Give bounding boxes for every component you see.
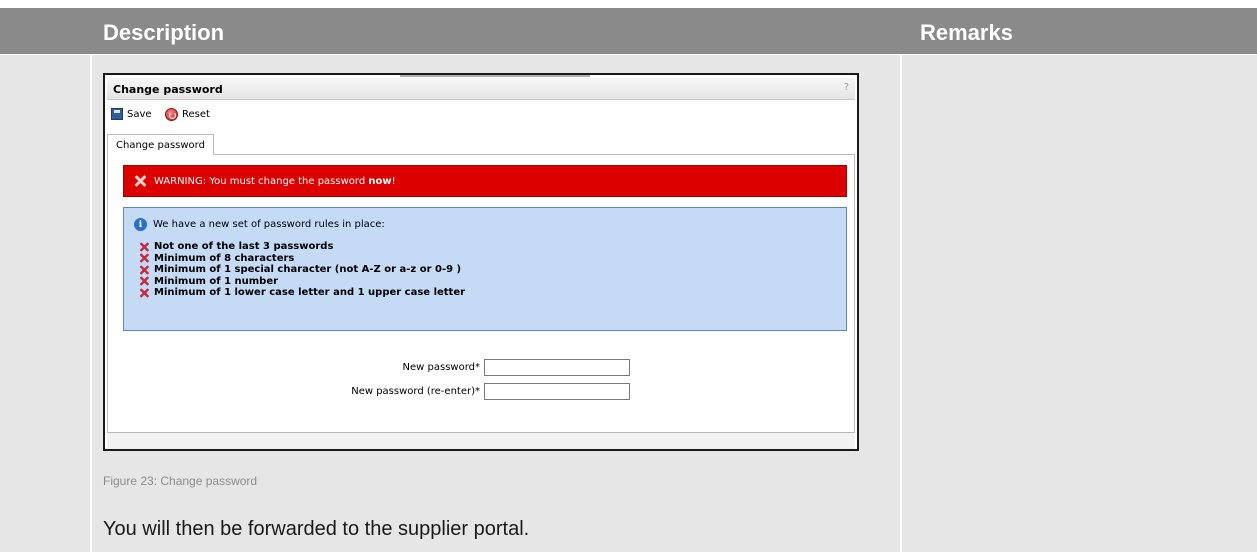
reenter-password-input[interactable] <box>484 383 630 400</box>
reenter-password-label: New password (re-enter)* <box>351 386 480 397</box>
help-icon[interactable]: ? <box>844 82 849 93</box>
description-column-header: Description <box>103 20 225 45</box>
reset-label: Reset <box>182 109 210 120</box>
screenshot-footer <box>107 433 855 449</box>
change-password-screenshot: Change password ? Save Reset Change pass… <box>103 73 859 451</box>
new-password-input[interactable] <box>484 359 630 376</box>
info-heading-text: We have a new set of password rules in p… <box>153 219 385 230</box>
info-heading: i We have a new set of password rules in… <box>134 218 385 231</box>
rules-list: Not one of the last 3 passwords Minimum … <box>138 241 465 299</box>
warning-text: WARNING: You must change the password no… <box>154 175 396 187</box>
error-icon <box>134 175 146 187</box>
body-paragraph: You will then be forwarded to the suppli… <box>103 518 530 540</box>
column-divider-left <box>90 55 92 552</box>
reset-button[interactable]: Reset <box>165 108 210 121</box>
cross-icon <box>139 265 149 275</box>
cross-icon <box>139 242 149 252</box>
warning-emphasis: now <box>368 175 392 187</box>
password-rules-box: i We have a new set of password rules in… <box>123 207 847 331</box>
new-password-label: New password* <box>402 362 480 373</box>
tab-change-password[interactable]: Change password <box>107 134 214 155</box>
dialog-title-bar: Change password ? <box>107 78 855 100</box>
cross-icon <box>139 288 149 298</box>
list-item: Minimum of 1 number <box>138 276 465 288</box>
dialog-title: Change password <box>113 83 223 96</box>
cross-icon <box>139 253 149 263</box>
new-password-row: New password* <box>403 359 630 376</box>
column-divider <box>900 55 902 552</box>
save-label: Save <box>127 108 152 120</box>
list-item: Minimum of 1 lower case letter and 1 upp… <box>138 287 465 299</box>
info-icon: i <box>134 218 147 231</box>
figure-caption: Figure 23: Change password <box>103 474 258 488</box>
list-item: Minimum of 8 characters <box>138 253 465 265</box>
list-item: Not one of the last 3 passwords <box>138 241 465 253</box>
save-icon <box>111 108 123 120</box>
reenter-password-row: New password (re-enter)* <box>351 383 630 400</box>
reset-icon <box>165 108 178 121</box>
save-button[interactable]: Save <box>111 108 152 120</box>
list-item: Minimum of 1 special character (not A-Z … <box>138 264 465 276</box>
remarks-column-header: Remarks <box>920 20 1013 45</box>
cross-icon <box>139 276 149 286</box>
tab-panel: WARNING: You must change the password no… <box>107 154 855 433</box>
warning-banner: WARNING: You must change the password no… <box>123 165 847 197</box>
screenshot-top-edge <box>400 75 590 77</box>
